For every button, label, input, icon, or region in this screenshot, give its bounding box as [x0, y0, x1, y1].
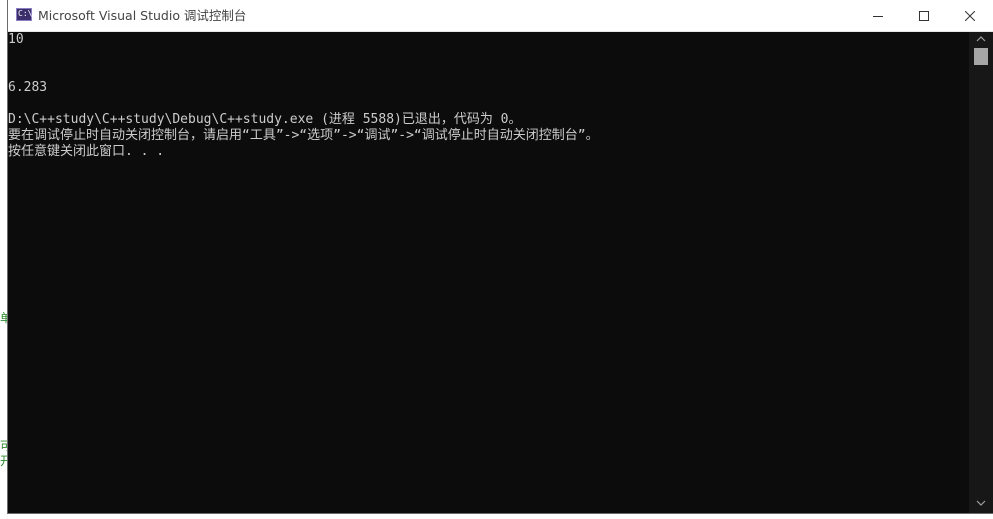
- background-glyph: 可: [0, 439, 8, 453]
- scroll-down-button[interactable]: [969, 496, 993, 510]
- scroll-thumb[interactable]: [974, 48, 988, 65]
- window-title: Microsoft Visual Studio 调试控制台: [38, 8, 247, 23]
- minimize-icon: [873, 15, 883, 17]
- background-glyph: 开: [0, 454, 8, 468]
- vertical-scrollbar[interactable]: [969, 32, 993, 513]
- chevron-up-icon: [976, 36, 986, 42]
- console-line: 10: [8, 32, 24, 47]
- console-line: D:\C++study\C++study\Debug\C++study.exe …: [8, 112, 522, 127]
- title-bar[interactable]: Microsoft Visual Studio 调试控制台: [8, 0, 993, 32]
- console-line: 6.283: [8, 80, 48, 95]
- maximize-button[interactable]: [901, 0, 947, 31]
- debug-console-window: Microsoft Visual Studio 调试控制台 10 6.283 D…: [8, 0, 993, 513]
- close-icon: [965, 10, 975, 21]
- console-output[interactable]: 10 6.283 D:\C++study\C++study\Debug\C++s…: [8, 32, 969, 512]
- console-line: 按任意键关闭此窗口. . .: [8, 144, 165, 159]
- console-app-icon: [16, 8, 32, 21]
- background-editor-strip: 单 可 开: [0, 0, 8, 519]
- scroll-up-button[interactable]: [969, 32, 993, 46]
- minimize-button[interactable]: [855, 0, 901, 31]
- background-glyph: 单: [0, 311, 8, 325]
- chevron-down-icon: [976, 500, 986, 506]
- close-button[interactable]: [947, 0, 993, 31]
- maximize-icon: [919, 10, 929, 21]
- console-line: 要在调试停止时自动关闭控制台，请启用“工具”->“选项”->“调试”->“调试停…: [8, 128, 599, 143]
